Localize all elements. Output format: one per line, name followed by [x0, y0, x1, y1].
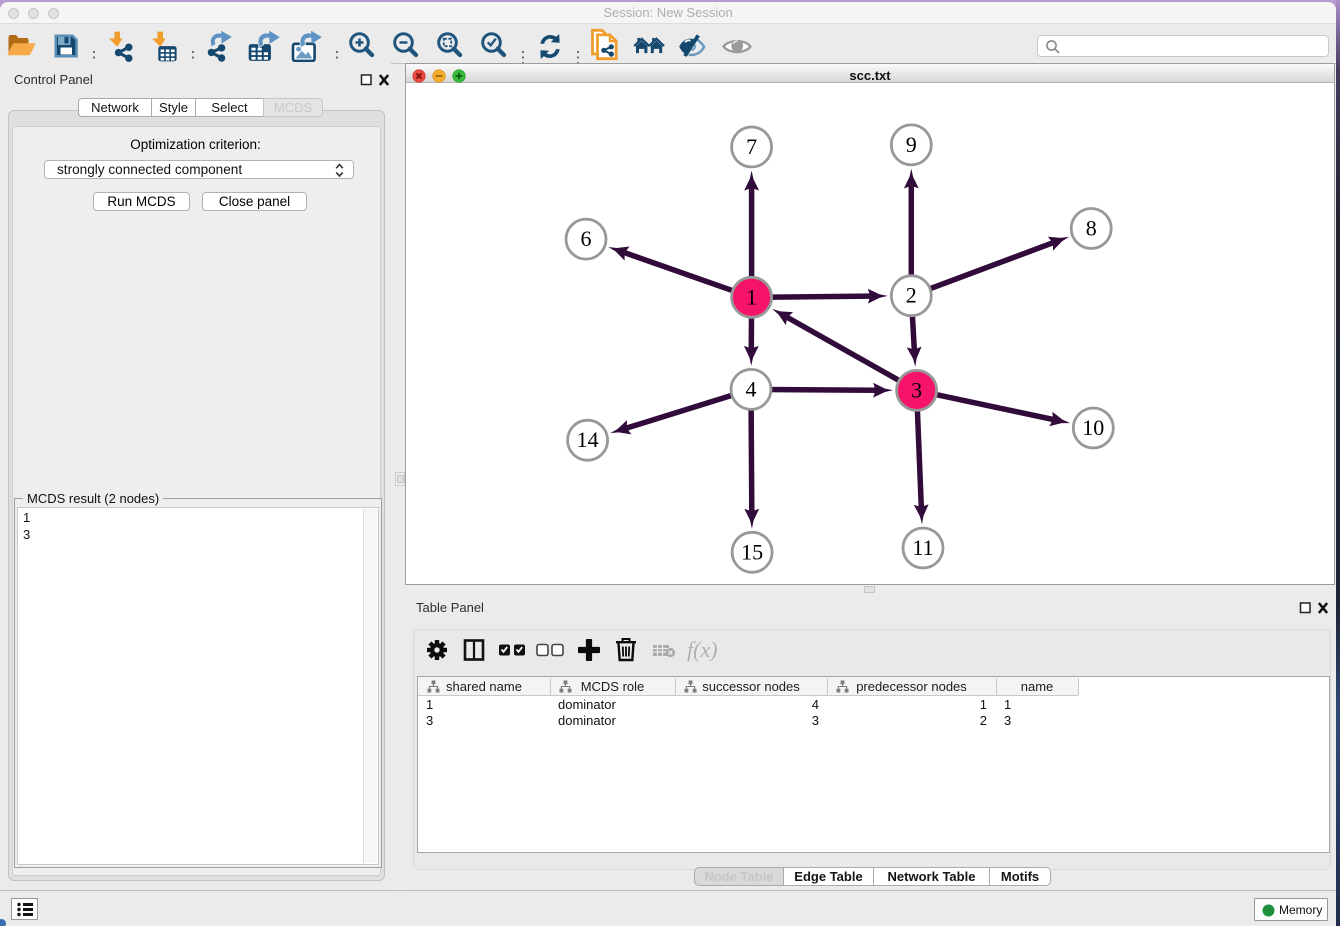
svg-text:15: 15 — [741, 539, 763, 564]
svg-text:9: 9 — [906, 132, 917, 157]
svg-text:2: 2 — [906, 283, 917, 308]
svg-text:8: 8 — [1086, 216, 1097, 241]
svg-text:7: 7 — [746, 134, 757, 159]
svg-text:f(x): f(x) — [687, 637, 718, 662]
svg-text:11: 11 — [912, 535, 933, 560]
svg-text:3: 3 — [911, 377, 922, 402]
svg-text:1: 1 — [746, 284, 757, 309]
svg-text:10: 10 — [1082, 415, 1104, 440]
svg-text:4: 4 — [746, 376, 757, 401]
svg-text:14: 14 — [577, 427, 599, 452]
svg-text:6: 6 — [581, 226, 592, 251]
